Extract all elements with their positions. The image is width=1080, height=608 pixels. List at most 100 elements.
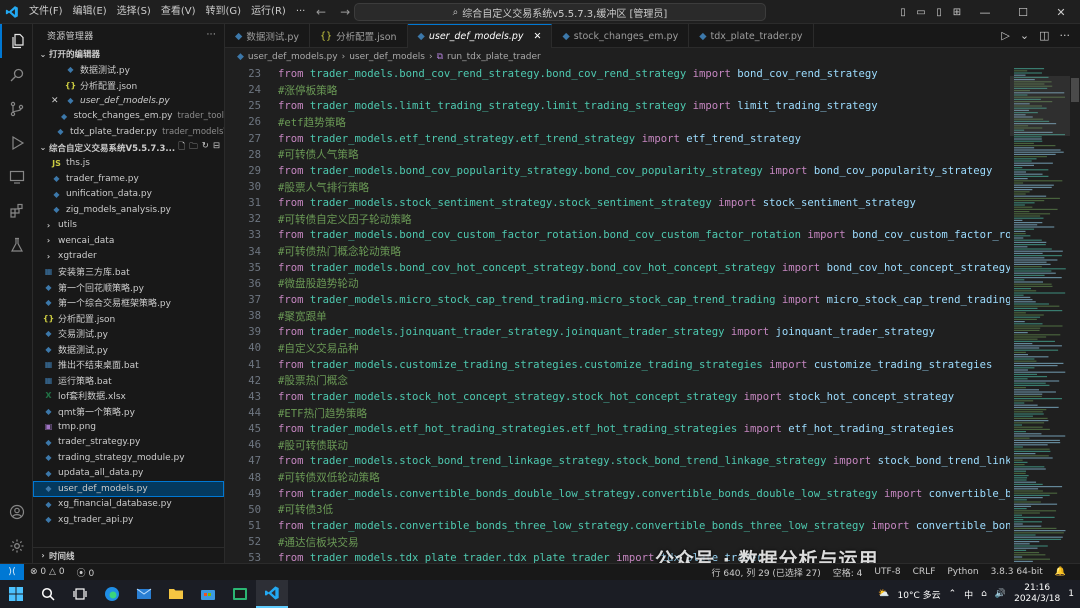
open-editor-item[interactable]: {} 分析配置.json: [33, 78, 224, 94]
file-item[interactable]: ◆ user_def_models.py: [33, 481, 224, 497]
toggle-primary-sidebar-icon[interactable]: ▯: [894, 0, 912, 24]
toggle-secondary-sidebar-icon[interactable]: ▯: [930, 0, 948, 24]
file-item[interactable]: ◆ trader_strategy.py: [33, 435, 224, 451]
forward-arrow-icon[interactable]: →: [340, 5, 350, 19]
edge-browser-icon[interactable]: [96, 580, 128, 608]
close-button[interactable]: ✕: [1042, 0, 1080, 24]
menu-item[interactable]: 转到(G): [201, 0, 247, 24]
file-item[interactable]: ◆ qmt第一个策略.py: [33, 404, 224, 420]
timeline-section[interactable]: › 时间线: [33, 547, 224, 563]
mail-icon[interactable]: [128, 580, 160, 608]
python-interpreter[interactable]: 3.8.3 64-bit: [985, 567, 1049, 577]
file-item[interactable]: ▦ 运行策略.bat: [33, 373, 224, 389]
vertical-scrollbar[interactable]: [1070, 66, 1080, 563]
minimap[interactable]: [1010, 66, 1070, 563]
editor-tab[interactable]: ◆ tdx_plate_trader.py: [689, 24, 814, 48]
file-item[interactable]: ▦ 安装第三方库.bat: [33, 264, 224, 280]
code-editor[interactable]: 23 from trader_models.bond_cov_rend_strat…: [225, 66, 1010, 563]
menu-item[interactable]: 运行(R): [246, 0, 291, 24]
remote-indicator-icon[interactable]: ⟩⟨: [0, 563, 24, 581]
notification-count[interactable]: 1: [1068, 589, 1074, 599]
menu-item[interactable]: 选择(S): [112, 0, 156, 24]
file-item[interactable]: ◆ 第一个回花顺策略.py: [33, 280, 224, 296]
terminal-app-icon[interactable]: [224, 580, 256, 608]
minimap-viewport[interactable]: [1010, 76, 1070, 136]
breadcrumb-item[interactable]: user_def_models: [349, 52, 425, 62]
menu-item[interactable]: 文件(F): [24, 0, 68, 24]
clock[interactable]: 21:16 2024/3/18: [1014, 583, 1060, 605]
menu-item[interactable]: ···: [291, 0, 311, 24]
more-actions-icon[interactable]: ···: [207, 30, 216, 40]
explorer-icon[interactable]: [0, 24, 33, 58]
customize-layout-icon[interactable]: ⊞: [948, 0, 966, 24]
run-debug-icon[interactable]: [0, 126, 33, 160]
editor-tab[interactable]: ◆ stock_changes_em.py: [552, 24, 690, 48]
testing-icon[interactable]: [0, 228, 33, 262]
file-item[interactable]: ◆ unification_data.py: [33, 187, 224, 203]
file-item[interactable]: Xlof套利数据.xlsx: [33, 388, 224, 404]
line-ending[interactable]: CRLF: [907, 567, 942, 577]
search-icon[interactable]: [0, 58, 33, 92]
menu-item[interactable]: 查看(V): [156, 0, 201, 24]
scrollbar-thumb[interactable]: [1071, 78, 1079, 102]
folder-item[interactable]: › utils: [33, 218, 224, 234]
split-editor-icon[interactable]: ◫: [1039, 29, 1049, 42]
new-folder-icon[interactable]: 🗀: [189, 141, 198, 155]
ports-indicator[interactable]: ⦿ 0: [71, 566, 101, 579]
folder-item[interactable]: › wencai_data: [33, 233, 224, 249]
close-editor-icon[interactable]: ✕: [51, 96, 61, 106]
workspace-section[interactable]: ⌄ 综合自定义交易系统V5.5.7.3... 🗋 🗀 ↻ ⊟: [33, 140, 224, 156]
vscode-taskbar-icon[interactable]: [256, 580, 288, 608]
problems-indicator[interactable]: ⊗ 0 △ 0: [24, 567, 71, 577]
editor-tab[interactable]: ◆ 数据测试.py: [225, 24, 310, 48]
collapse-all-icon[interactable]: ⊟: [213, 141, 220, 155]
tray-overflow-icon[interactable]: ⌃: [949, 589, 957, 599]
command-center-search[interactable]: ⌕ 综合自定义交易系统v5.5.7.3,缓冲区 [管理员]: [354, 3, 766, 21]
file-item[interactable]: ▦ 推出不结束桌面.bat: [33, 357, 224, 373]
new-file-icon[interactable]: 🗋: [178, 141, 185, 155]
run-dropdown-icon[interactable]: ⌄: [1020, 29, 1029, 42]
minimize-button[interactable]: —: [966, 0, 1004, 24]
file-item[interactable]: ◆ trader_frame.py: [33, 171, 224, 187]
folder-item[interactable]: › xgtrader: [33, 249, 224, 265]
file-item[interactable]: ◆ xg_financial_database.py: [33, 497, 224, 513]
open-editor-item[interactable]: ◆ 数据测试.py: [33, 62, 224, 78]
breadcrumb-item[interactable]: user_def_models.py: [248, 52, 338, 62]
open-editor-item[interactable]: ✕ ◆ user_def_models.py: [33, 93, 224, 109]
file-item[interactable]: ◆ zig_models_analysis.py: [33, 202, 224, 218]
ime-indicator[interactable]: 中: [964, 588, 973, 601]
indentation[interactable]: 空格: 4: [827, 566, 869, 579]
file-item[interactable]: ▣ tmp.png: [33, 419, 224, 435]
maximize-button[interactable]: ☐: [1004, 0, 1042, 24]
settings-gear-icon[interactable]: [0, 529, 33, 563]
volume-icon[interactable]: 🔊: [995, 589, 1006, 599]
editor-tab[interactable]: {} 分析配置.json: [310, 24, 408, 48]
taskbar-search-icon[interactable]: [32, 580, 64, 608]
file-item[interactable]: ◆ 第一个综合交易框架策略.py: [33, 295, 224, 311]
file-item[interactable]: ◆ 数据测试.py: [33, 342, 224, 358]
run-file-icon[interactable]: ▷: [1001, 29, 1009, 42]
network-icon[interactable]: ⌂: [981, 589, 987, 599]
remote-explorer-icon[interactable]: [0, 160, 33, 194]
breadcrumb-item[interactable]: run_tdx_plate_trader: [447, 52, 541, 62]
file-item[interactable]: JS ths.js: [33, 156, 224, 172]
file-item[interactable]: ◆ updata_all_data.py: [33, 466, 224, 482]
store-icon[interactable]: [192, 580, 224, 608]
weather-text[interactable]: 10°C 多云: [898, 588, 941, 601]
open-editors-section[interactable]: ⌄ 打开的编辑器: [33, 46, 224, 62]
file-item[interactable]: ◆ xg_trader_api.py: [33, 512, 224, 528]
more-actions-icon[interactable]: ···: [1060, 29, 1071, 42]
file-explorer-icon[interactable]: [160, 580, 192, 608]
source-control-icon[interactable]: [0, 92, 33, 126]
toggle-panel-icon[interactable]: ▭: [912, 0, 930, 24]
accounts-icon[interactable]: [0, 495, 33, 529]
file-item[interactable]: {} 分析配置.json: [33, 311, 224, 327]
extensions-icon[interactable]: [0, 194, 33, 228]
language-mode[interactable]: Python: [941, 567, 984, 577]
cursor-position[interactable]: 行 640, 列 29 (已选择 27): [705, 566, 826, 579]
open-editor-item[interactable]: ◆ tdx_plate_trader.py trader_models\...: [33, 124, 224, 140]
back-arrow-icon[interactable]: ←: [316, 5, 326, 19]
notifications-bell-icon[interactable]: 🔔: [1049, 567, 1072, 577]
close-tab-icon[interactable]: ✕: [534, 31, 542, 42]
encoding[interactable]: UTF-8: [868, 567, 906, 577]
